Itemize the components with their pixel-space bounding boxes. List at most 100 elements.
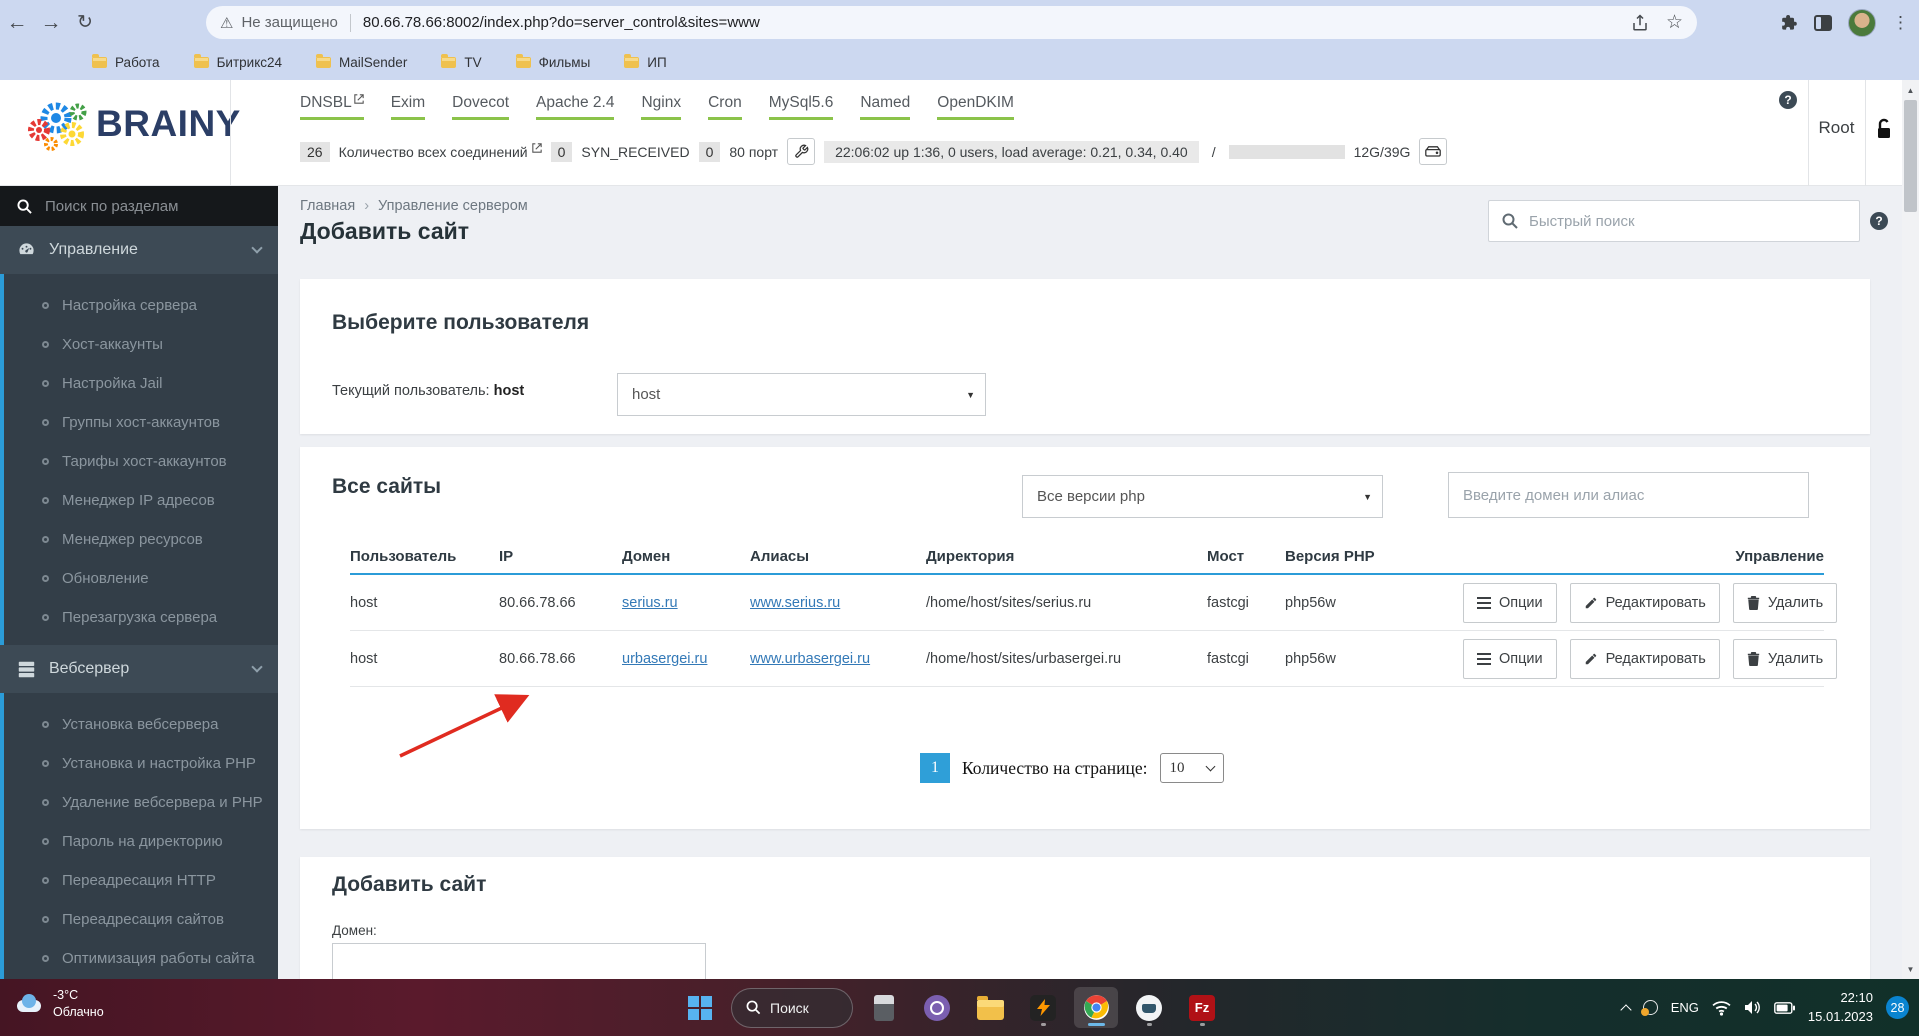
tray-chevron-up-icon[interactable] [1620, 1004, 1631, 1015]
domain-link[interactable]: urbasergei.ru [622, 651, 707, 667]
sidebar-item-jail-settings[interactable]: Настройка Jail [4, 364, 278, 403]
options-button[interactable]: Опции [1463, 639, 1557, 679]
volume-icon[interactable] [1744, 1000, 1761, 1015]
sidebar-section-webserver[interactable]: Вебсервер [0, 645, 278, 693]
wrench-button[interactable] [787, 138, 815, 165]
page-help-icon[interactable]: ? [1870, 212, 1888, 230]
sidebar-item-update[interactable]: Обновление [4, 559, 278, 598]
nav-link-opendkim[interactable]: OpenDKIM [937, 94, 1014, 120]
bookmark-folder[interactable]: Битрикс24 [194, 55, 282, 70]
bookmark-folder[interactable]: TV [441, 55, 481, 70]
php-version-filter-select[interactable]: Все версии php▼ [1022, 475, 1383, 518]
battery-icon[interactable] [1774, 1002, 1795, 1014]
taskbar-app-browser2[interactable] [1127, 987, 1171, 1028]
url-bar[interactable]: ⚠ Не защищено 80.66.78.66:8002/index.php… [206, 6, 1697, 39]
page-scrollbar[interactable]: ▲ ▼ [1902, 80, 1919, 979]
brainy-logo[interactable]: BRAINY [26, 94, 241, 154]
taskbar-weather-widget[interactable]: -3°CОблачно [14, 987, 104, 1021]
delete-button[interactable]: Удалить [1733, 639, 1837, 679]
sidebar-item-webserver-install[interactable]: Установка вебсервера [4, 705, 278, 744]
cell-directory: /home/host/sites/urbasergei.ru [926, 651, 1207, 667]
logout-lock-icon[interactable] [1874, 118, 1894, 140]
sidebar-item-server-reboot[interactable]: Перезагрузка сервера [4, 598, 278, 637]
nav-link-nginx[interactable]: Nginx [641, 94, 681, 120]
notification-count-badge[interactable]: 28 [1886, 996, 1909, 1019]
browser-profile-avatar[interactable] [1848, 9, 1876, 37]
nav-link-mysql[interactable]: MySql5.6 [769, 94, 834, 120]
search-icon [17, 199, 32, 214]
alias-link[interactable]: www.urbasergei.ru [750, 651, 870, 667]
bookmark-star-icon[interactable]: ☆ [1666, 11, 1683, 34]
scrollbar-thumb[interactable] [1904, 100, 1917, 212]
back-icon[interactable]: ← [0, 11, 34, 35]
sidebar-item-resource-manager[interactable]: Менеджер ресурсов [4, 520, 278, 559]
keyboard-language[interactable]: ENG [1671, 1000, 1699, 1015]
alias-link[interactable]: www.serius.ru [750, 595, 840, 611]
sidebar-search[interactable] [0, 186, 278, 226]
nav-link-dovecot[interactable]: Dovecot [452, 94, 509, 120]
breadcrumb-server-control[interactable]: Управление сервером [378, 198, 528, 214]
current-admin-label[interactable]: Root [1809, 118, 1864, 138]
sidebar-item-host-accounts[interactable]: Хост-аккаунты [4, 325, 278, 364]
nav-link-apache[interactable]: Apache 2.4 [536, 94, 614, 120]
browser-menu-kebab-icon[interactable]: ⋮ [1892, 13, 1909, 33]
bookmark-folder[interactable]: Работа [92, 55, 160, 70]
edit-button[interactable]: Редактировать [1570, 639, 1720, 679]
quick-search-input[interactable] [1529, 213, 1809, 230]
start-button[interactable] [678, 987, 722, 1028]
forward-icon[interactable]: → [34, 11, 68, 35]
sidebar-item-php-setup[interactable]: Установка и настройка PHP [4, 744, 278, 783]
scroll-up-icon[interactable]: ▲ [1902, 82, 1919, 98]
taskbar-chrome-active[interactable] [1074, 987, 1118, 1028]
nav-link-exim[interactable]: Exim [391, 94, 425, 120]
sidebar-item-host-tariffs[interactable]: Тарифы хост-аккаунтов [4, 442, 278, 481]
app-window-icon [874, 995, 894, 1021]
sidebar-item-sites-redirect[interactable]: Переадресация сайтов [4, 900, 278, 939]
extensions-puzzle-icon[interactable] [1778, 13, 1798, 33]
taskbar-app-sublime[interactable] [1021, 987, 1065, 1028]
sidebar-search-input[interactable] [45, 198, 245, 215]
domain-link[interactable]: serius.ru [622, 595, 678, 611]
reload-icon[interactable]: ↻ [68, 11, 102, 34]
page-number-button[interactable]: 1 [920, 753, 950, 783]
taskbar-clock[interactable]: 22:1015.01.2023 [1808, 989, 1873, 1025]
sidebar-item-directory-password[interactable]: Пароль на директорию [4, 822, 278, 861]
sidebar-section-management[interactable]: Управление [0, 226, 278, 274]
scroll-down-icon[interactable]: ▼ [1902, 961, 1919, 977]
disk-button[interactable] [1419, 138, 1447, 165]
sidebar-item-ip-manager[interactable]: Менеджер IP адресов [4, 481, 278, 520]
sidebar-item-server-settings[interactable]: Настройка сервера [4, 286, 278, 325]
quick-search-box[interactable] [1488, 200, 1860, 242]
taskbar-search[interactable]: Поиск [731, 988, 853, 1028]
domain-filter-input[interactable] [1463, 487, 1783, 504]
tray-sync-icon[interactable] [1643, 1000, 1658, 1015]
share-icon[interactable] [1630, 13, 1650, 33]
per-page-select[interactable]: 10 [1160, 753, 1224, 783]
cell-user: host [350, 651, 499, 667]
nav-link-named[interactable]: Named [860, 94, 910, 120]
sidebar-item-site-optimization[interactable]: Оптимизация работы сайта [4, 939, 278, 978]
sidebar-item-host-groups[interactable]: Группы хост-аккаунтов [4, 403, 278, 442]
sidebar-item-http-redirect[interactable]: Переадресация HTTP [4, 861, 278, 900]
taskbar-app-camera[interactable] [915, 987, 959, 1028]
bookmark-folder[interactable]: ИП [624, 55, 666, 70]
taskbar-app-window[interactable] [862, 987, 906, 1028]
taskbar-filezilla[interactable]: Fz [1180, 987, 1224, 1028]
side-panel-icon[interactable] [1814, 15, 1832, 31]
delete-button[interactable]: Удалить [1733, 583, 1837, 623]
new-domain-input[interactable] [332, 943, 706, 979]
header-help-icon[interactable]: ? [1779, 91, 1797, 109]
nav-link-dnsbl[interactable]: DNSBL [300, 94, 364, 120]
edit-button[interactable]: Редактировать [1570, 583, 1720, 623]
bookmark-folder[interactable]: MailSender [316, 55, 407, 70]
breadcrumb-home[interactable]: Главная [300, 198, 355, 214]
sidebar-item-webserver-remove[interactable]: Удаление вебсервера и PHP [4, 783, 278, 822]
user-select[interactable]: host▼ [617, 373, 986, 416]
bookmark-folder[interactable]: Фильмы [516, 55, 591, 70]
options-button[interactable]: Опции [1463, 583, 1557, 623]
connections-label[interactable]: Количество всех соединений [339, 144, 528, 160]
wifi-icon[interactable] [1712, 1000, 1731, 1016]
taskbar-file-explorer[interactable] [968, 987, 1012, 1028]
domain-filter-box[interactable] [1448, 472, 1809, 518]
nav-link-cron[interactable]: Cron [708, 94, 742, 120]
